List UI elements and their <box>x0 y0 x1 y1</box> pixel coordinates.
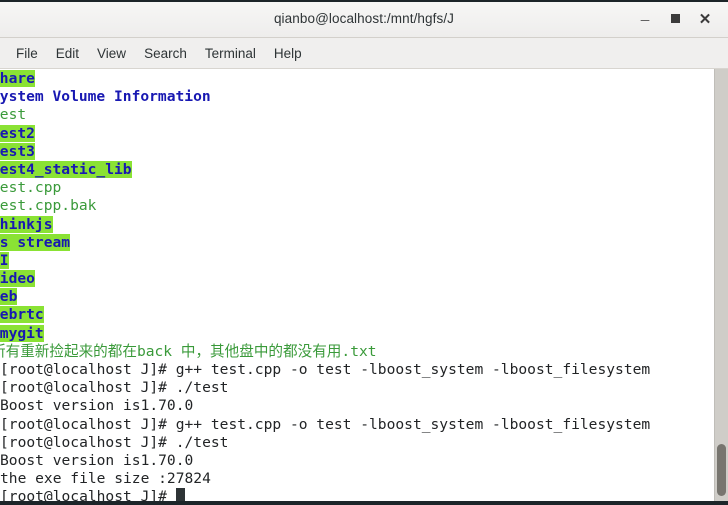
terminal-line-text: test.cpp <box>0 179 62 197</box>
menu-item-search[interactable]: Search <box>135 43 196 64</box>
terminal-area: shareSystem Volume Informationtesttest2t… <box>0 69 728 505</box>
terminal-line: ts stream <box>0 233 714 252</box>
title-bar[interactable]: qianbo@localhost:/mnt/hgfs/J _ ✕ <box>0 0 728 38</box>
window-top-edge <box>0 0 728 2</box>
scrollbar-thumb[interactable] <box>717 443 726 497</box>
terminal-line: share <box>0 70 714 88</box>
terminal-line-text: test3 <box>0 142 35 160</box>
terminal-line-text: zmygit <box>0 324 44 342</box>
terminal-line-text: 所有重新捡起来的都在back 中，其他盘中的都没有用.txt <box>0 342 377 360</box>
minimize-icon: _ <box>640 5 650 22</box>
terminal-line-text: ts stream <box>0 233 71 251</box>
terminal-line-text: System Volume Information <box>0 88 211 106</box>
terminal-line: 所有重新捡起来的都在back 中，其他盘中的都没有用.txt <box>0 343 714 361</box>
terminal-output[interactable]: shareSystem Volume Informationtesttest2t… <box>0 69 714 505</box>
terminal-line-text: test2 <box>0 124 35 142</box>
terminal-line-text: [root@localhost J]# g++ test.cpp -o test… <box>0 415 651 433</box>
menu-bar: File Edit View Search Terminal Help <box>0 38 728 69</box>
terminal-line: test4_static_lib <box>0 160 714 179</box>
terminal-line-text: thinkjs <box>0 215 53 233</box>
terminal-line: [root@localhost J]# g++ test.cpp -o test… <box>0 361 714 379</box>
terminal-line-text: UI <box>0 251 9 269</box>
window-controls: _ ✕ <box>630 0 720 37</box>
window-bottom-edge <box>0 501 728 505</box>
terminal-line: [root@localhost J]# ./test <box>0 379 714 397</box>
terminal-line-text: [root@localhost J]# ./test <box>0 379 229 397</box>
terminal-line-text: Boost version is1.70.0 <box>0 451 194 469</box>
vertical-scrollbar[interactable] <box>714 69 728 505</box>
terminal-line: Boost version is1.70.0 <box>0 397 714 415</box>
terminal-line-text: web <box>0 288 18 306</box>
terminal-line: test.cpp <box>0 179 714 197</box>
menu-item-terminal[interactable]: Terminal <box>196 43 265 64</box>
maximize-button[interactable] <box>660 4 690 34</box>
terminal-line: webrtc <box>0 306 714 324</box>
close-button[interactable]: ✕ <box>690 4 720 34</box>
terminal-line: [root@localhost J]# ./test <box>0 434 714 452</box>
close-icon: ✕ <box>698 10 712 28</box>
terminal-line: UI <box>0 251 714 270</box>
terminal-window: qianbo@localhost:/mnt/hgfs/J _ ✕ File Ed… <box>0 0 728 505</box>
terminal-line: Boost version is1.70.0 <box>0 452 714 470</box>
terminal-line-text: share <box>0 70 35 87</box>
menu-item-help[interactable]: Help <box>265 43 311 64</box>
terminal-line: zmygit <box>0 324 714 343</box>
terminal-line-text: [root@localhost J]# g++ test.cpp -o test… <box>0 361 651 378</box>
maximize-icon <box>670 14 680 23</box>
terminal-line-text: [root@localhost J]# ./test <box>0 433 229 451</box>
terminal-line: test <box>0 106 714 124</box>
window-title: qianbo@localhost:/mnt/hgfs/J <box>273 11 455 26</box>
terminal-line: [root@localhost J]# g++ test.cpp -o test… <box>0 416 714 434</box>
terminal-line: web <box>0 288 714 306</box>
menu-item-edit[interactable]: Edit <box>47 43 88 64</box>
terminal-line: the exe file size :27824 <box>0 470 714 488</box>
terminal-line: video <box>0 270 714 288</box>
terminal-line-text: the exe file size :27824 <box>0 470 211 488</box>
terminal-line-text: test4_static_lib <box>0 160 132 178</box>
menu-item-file[interactable]: File <box>7 43 47 64</box>
terminal-line: thinkjs <box>0 215 714 234</box>
minimize-button[interactable]: _ <box>630 4 660 34</box>
terminal-line-text: webrtc <box>0 306 44 324</box>
menu-item-view[interactable]: View <box>88 43 135 64</box>
terminal-line: test2 <box>0 124 714 143</box>
terminal-line-text: video <box>0 270 35 288</box>
terminal-line: test.cpp.bak <box>0 197 714 215</box>
terminal-line: System Volume Information <box>0 88 714 106</box>
terminal-line: test3 <box>0 142 714 161</box>
terminal-line-text: test.cpp.bak <box>0 197 97 215</box>
terminal-line-text: Boost version is1.70.0 <box>0 397 194 415</box>
terminal-line-text: test <box>0 106 27 124</box>
